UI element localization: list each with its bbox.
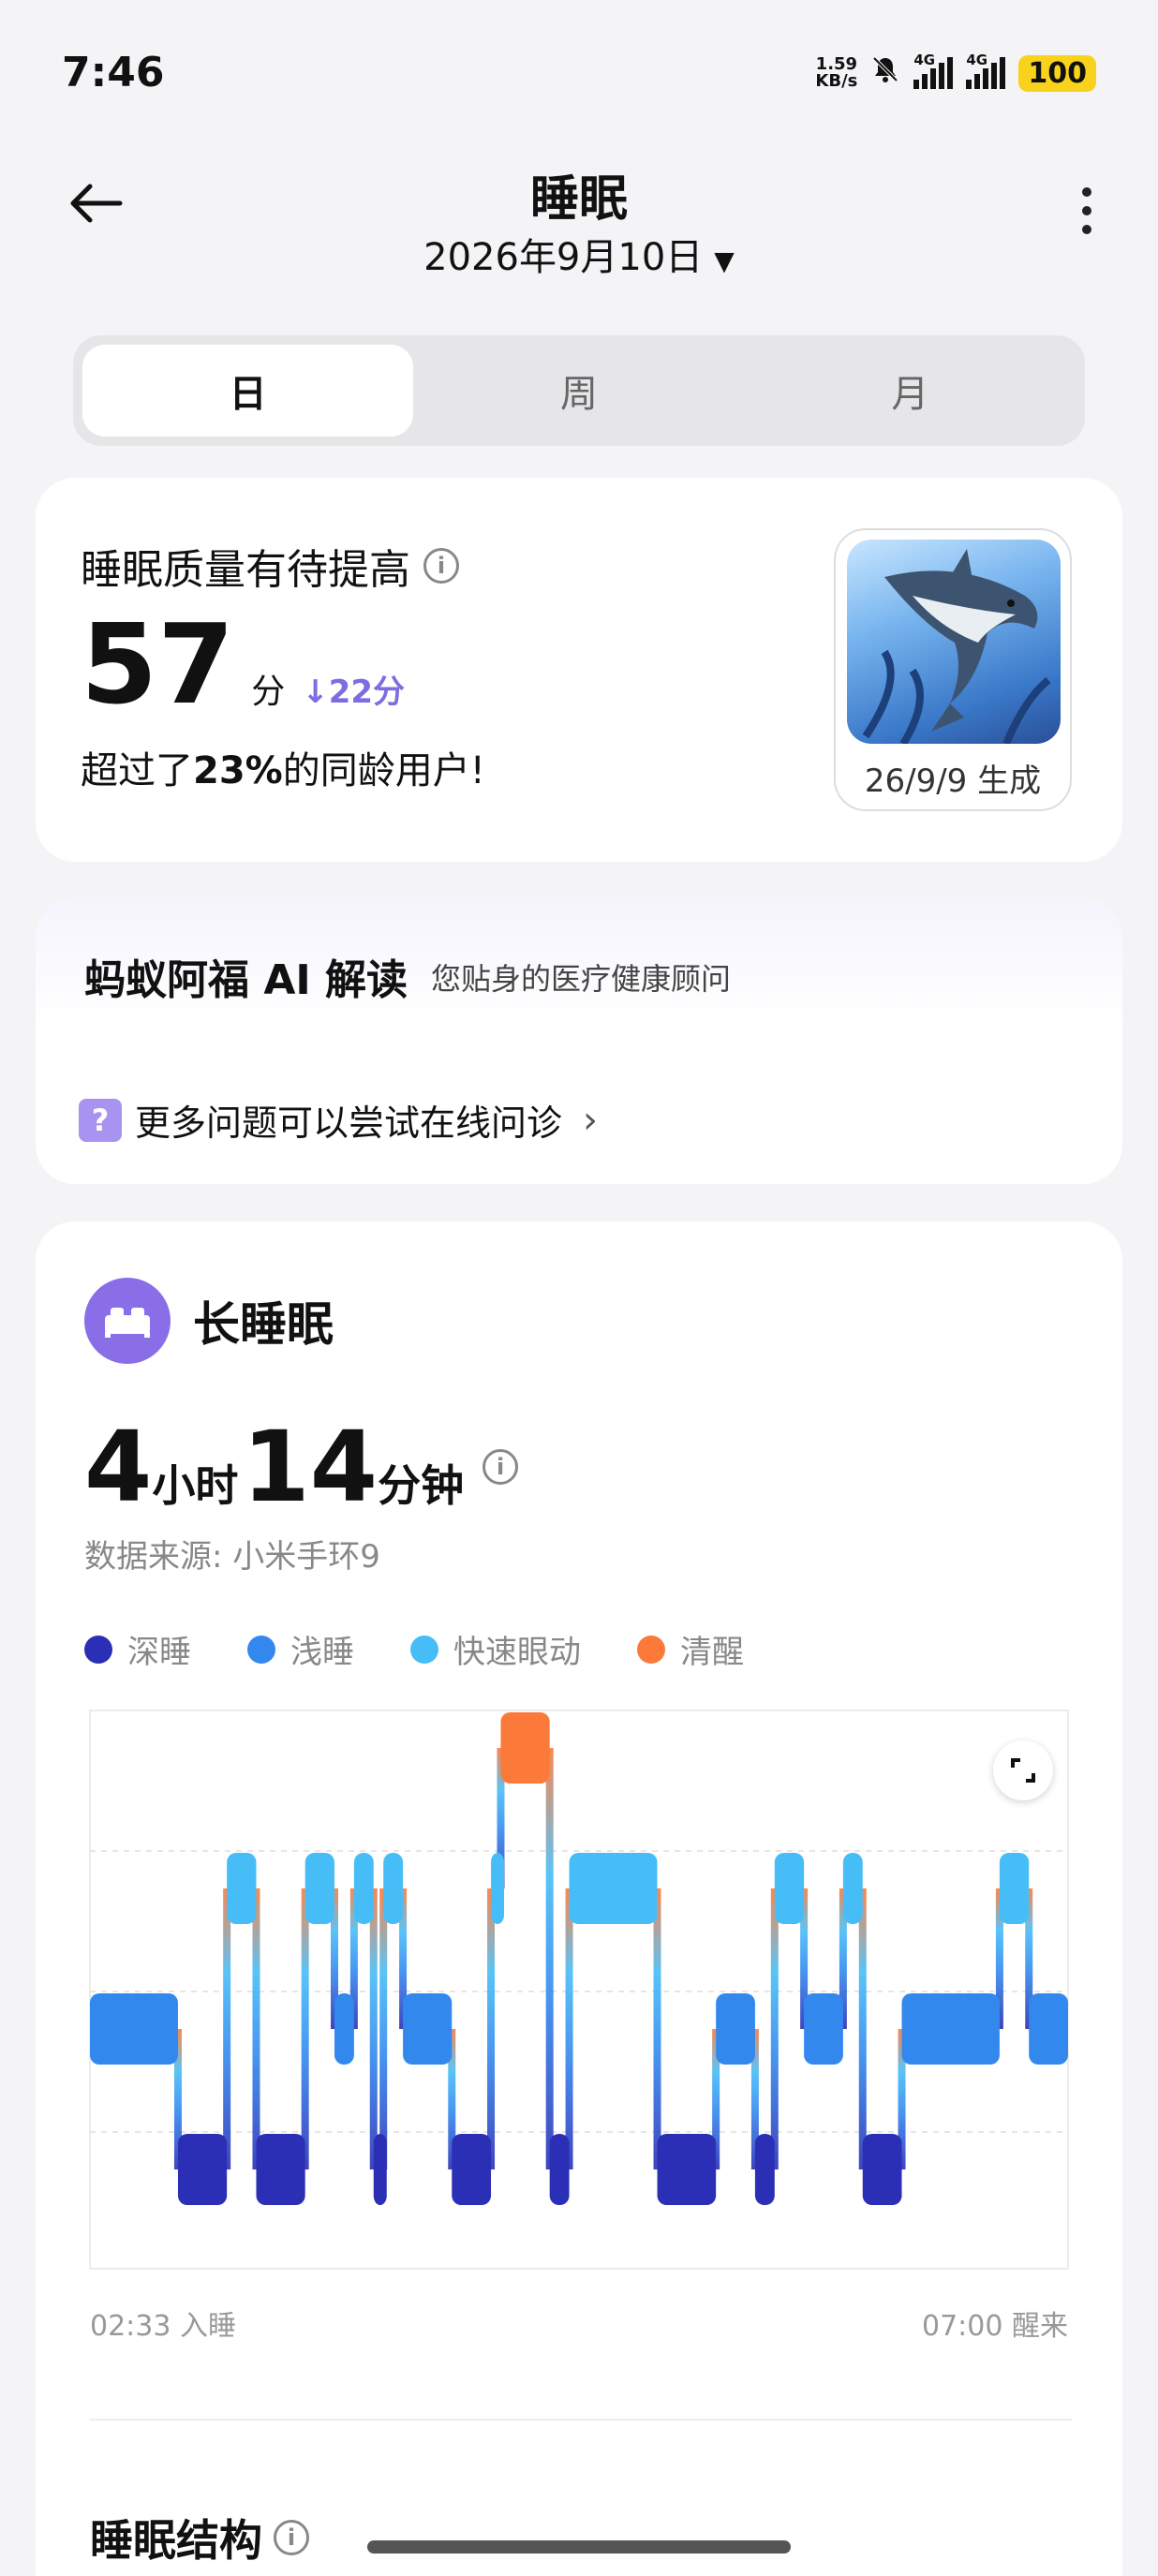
network-type-1: 4G xyxy=(913,52,936,68)
info-icon[interactable]: i xyxy=(423,548,459,584)
legend-label-awake: 清醒 xyxy=(680,1634,744,1671)
sleep-start-time: 02:33 入睡 xyxy=(90,2310,236,2343)
shark-illustration xyxy=(847,540,1061,744)
sleep-structure-title: 睡眠结构 xyxy=(90,2515,262,2566)
online-consultation-link[interactable]: ? 更多问题可以尝试在线问诊 › xyxy=(79,1094,598,1146)
legend-label-light: 浅睡 xyxy=(290,1634,354,1671)
long-sleep-header: 长睡眠 xyxy=(84,1278,334,1364)
quality-heading: 睡眠质量有待提高 i xyxy=(81,536,459,596)
legend-label-deep: 深睡 xyxy=(127,1634,191,1671)
long-sleep-card: 长睡眠 4 小时 14 分钟 i 数据来源: 小米手环9 深睡 浅睡 快速眼动 … xyxy=(36,1221,1122,2576)
expand-chart-button[interactable] xyxy=(993,1740,1053,1800)
network-speed-unit: KB/s xyxy=(815,71,858,91)
sleep-report-thumbnail[interactable]: 26/9/9 生成 xyxy=(834,528,1072,811)
legend-dot xyxy=(247,1635,275,1664)
ai-interpretation-card[interactable]: 蚂蚁阿福 AI 解读 您贴身的医疗健康顾问 ? 更多问题可以尝试在线问诊 › xyxy=(36,897,1122,1184)
bed-icon xyxy=(84,1278,171,1364)
divider xyxy=(90,2419,1072,2421)
caret-down-icon: ▼ xyxy=(714,245,735,276)
bell-muted-icon xyxy=(870,54,900,92)
peer-comparison-value: 23% xyxy=(193,749,283,792)
question-icon: ? xyxy=(79,1098,122,1142)
chart-legend: 深睡 浅睡 快速眼动 清醒 xyxy=(84,1626,744,1672)
battery-indicator: 100 xyxy=(1018,54,1096,92)
date-selector[interactable]: 2026年9月10日 ▼ xyxy=(0,227,1158,281)
score-delta-value: 22分 xyxy=(328,674,406,711)
legend-item-deep: 深睡 xyxy=(84,1626,191,1672)
peer-comparison-prefix: 超过了 xyxy=(81,749,193,792)
legend-dot xyxy=(84,1635,112,1664)
online-consultation-text: 更多问题可以尝试在线问诊 xyxy=(135,1103,563,1144)
more-button[interactable] xyxy=(1077,187,1096,234)
ai-subtitle: 您贴身的医疗健康顾问 xyxy=(431,961,732,997)
period-tabs: 日 周 月 xyxy=(73,335,1085,446)
arrow-down-icon: ↓ xyxy=(302,674,329,711)
status-bar: 7:46 1.59 KB/s 4G 4G 100 xyxy=(0,0,1158,141)
date-label: 2026年9月10日 xyxy=(423,236,704,279)
quality-heading-text: 睡眠质量有待提高 xyxy=(81,546,410,594)
sleep-structure-heading: 睡眠结构 i xyxy=(90,2507,309,2569)
expand-icon xyxy=(1011,1758,1035,1783)
legend-dot xyxy=(637,1635,665,1664)
page-title: 睡眠 xyxy=(529,171,628,228)
info-icon[interactable]: i xyxy=(482,1449,519,1485)
sleep-score: 57 分 ↓22分 xyxy=(81,609,405,719)
peer-comparison-suffix: 的同龄用户! xyxy=(282,749,485,792)
legend-label-rem: 快速眼动 xyxy=(453,1634,581,1671)
score-unit: 分 xyxy=(251,673,286,711)
home-indicator[interactable] xyxy=(367,2540,791,2554)
duration-minutes: 14 xyxy=(242,1410,379,1524)
peer-comparison: 超过了23%的同龄用户! xyxy=(81,740,485,794)
tab-month[interactable]: 月 xyxy=(745,345,1076,437)
legend-item-light: 浅睡 xyxy=(247,1626,354,1672)
sleep-duration: 4 小时 14 分钟 i xyxy=(84,1410,519,1524)
duration-hours: 4 xyxy=(84,1410,153,1524)
tab-day[interactable]: 日 xyxy=(82,345,414,437)
legend-item-awake: 清醒 xyxy=(637,1626,744,1672)
chevron-right-icon: › xyxy=(583,1098,599,1142)
network-type-2: 4G xyxy=(966,52,988,68)
legend-dot xyxy=(410,1635,438,1664)
status-icons: 1.59 KB/s 4G 4G 100 xyxy=(815,52,1096,92)
sleep-score-card[interactable]: 睡眠质量有待提高 i 57 分 ↓22分 超过了23%的同龄用户! 26/9/9… xyxy=(36,478,1122,862)
tab-week[interactable]: 周 xyxy=(413,345,744,437)
duration-minutes-unit: 分钟 xyxy=(378,1460,465,1511)
status-time: 7:46 xyxy=(62,49,165,96)
info-icon[interactable]: i xyxy=(274,2520,309,2555)
duration-hours-unit: 小时 xyxy=(152,1460,239,1511)
score-delta: ↓22分 xyxy=(302,666,405,712)
signal-icon: 4G xyxy=(966,52,1006,89)
wake-time: 07:00 醒来 xyxy=(922,2310,1068,2343)
long-sleep-title: 长睡眠 xyxy=(193,1297,334,1352)
thumbnail-caption: 26/9/9 生成 xyxy=(864,762,1042,800)
more-vertical-icon xyxy=(1082,187,1091,197)
signal-icon: 4G xyxy=(913,52,954,89)
score-value: 57 xyxy=(81,600,235,729)
network-speed: 1.59 KB/s xyxy=(815,56,857,90)
data-source: 数据来源: 小米手环9 xyxy=(84,1538,380,1576)
legend-item-rem: 快速眼动 xyxy=(410,1626,581,1672)
ai-title: 蚂蚁阿福 AI 解读 xyxy=(84,956,408,1004)
